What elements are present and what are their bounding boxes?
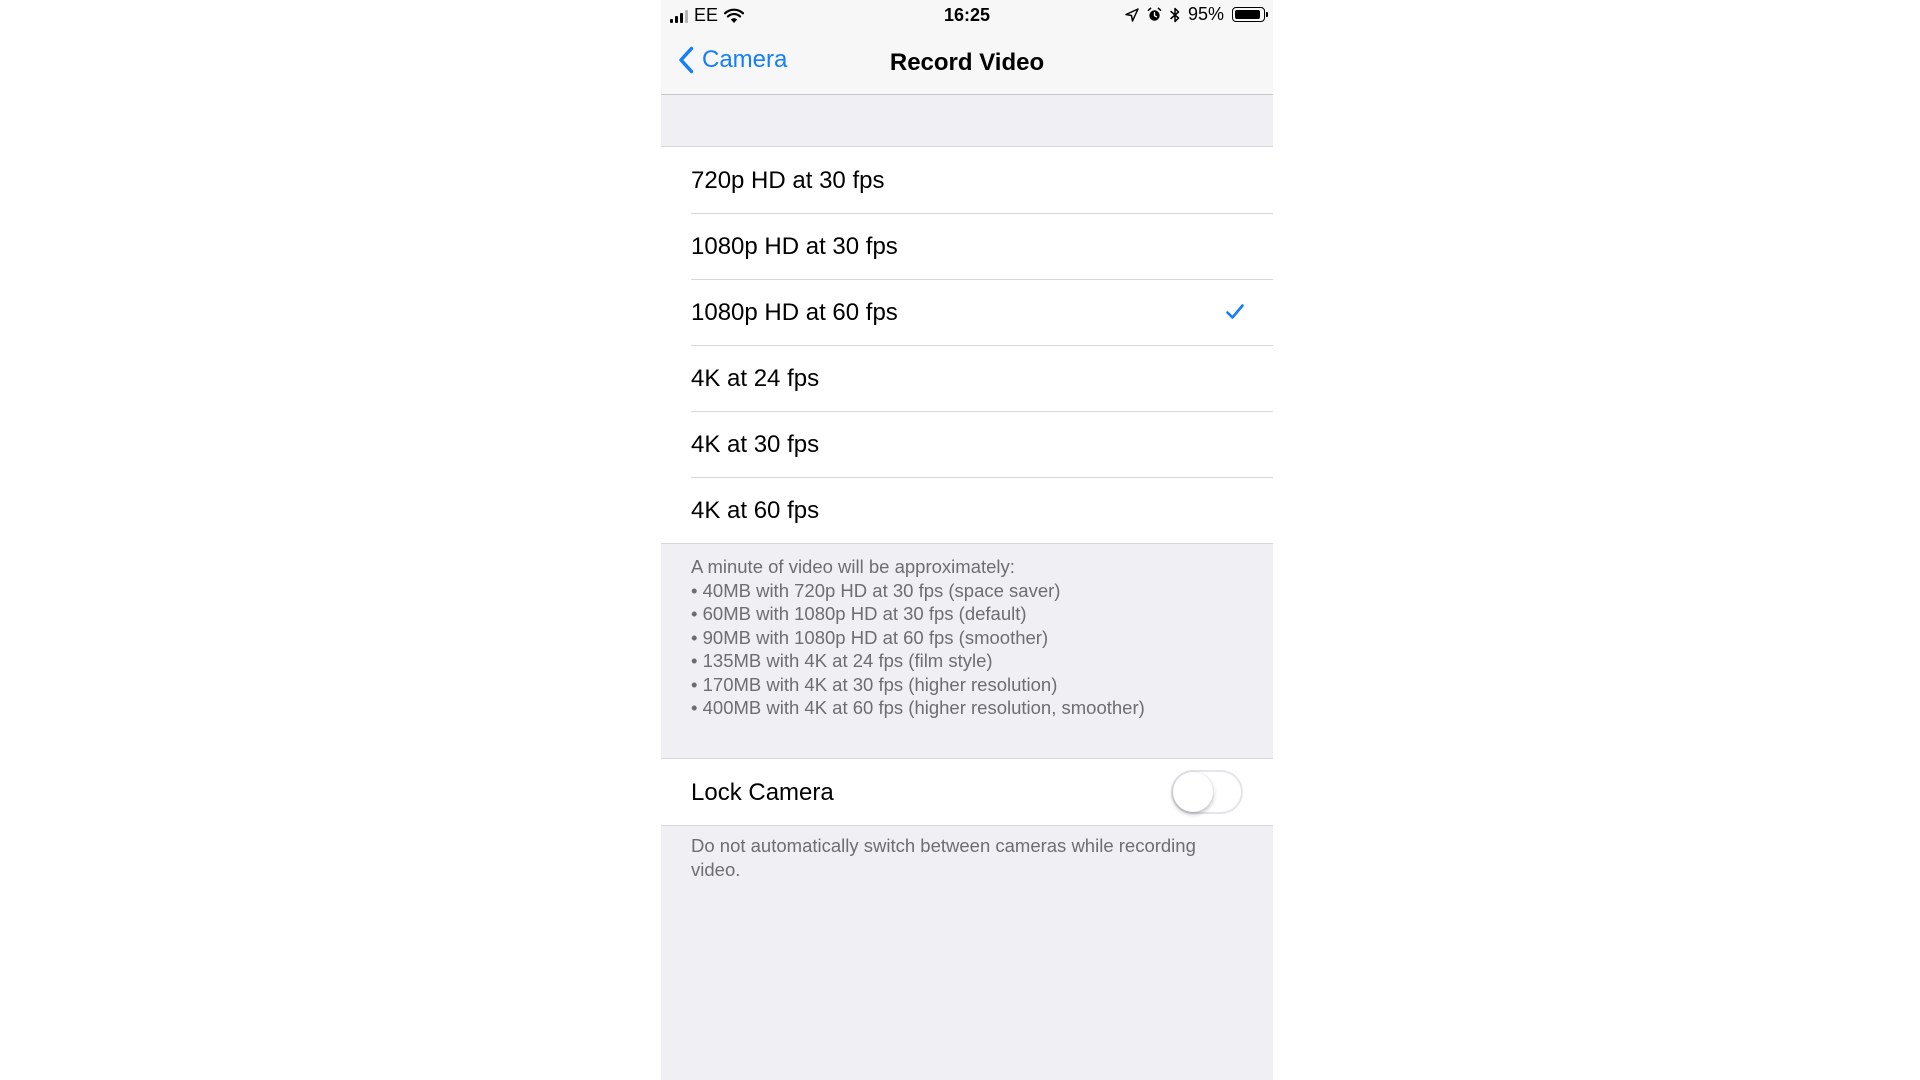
file-size-note-line: • 90MB with 1080p HD at 60 fps (smoother…: [691, 626, 1049, 648]
option-4k-60fps[interactable]: 4K at 60 fps: [661, 477, 1273, 543]
option-label: 720p HD at 30 fps: [691, 167, 885, 194]
option-4k-30fps[interactable]: 4K at 30 fps: [661, 411, 1273, 477]
option-label: 4K at 24 fps: [691, 365, 820, 392]
file-size-note-line: • 60MB with 1080p HD at 30 fps (default): [691, 603, 1027, 624]
toggle-knob: [1173, 772, 1213, 812]
battery-icon: [1232, 7, 1268, 22]
option-720p-30fps[interactable]: 720p HD at 30 fps: [661, 147, 1273, 213]
lock-camera-toggle[interactable]: [1171, 770, 1243, 814]
option-4k-24fps[interactable]: 4K at 24 fps: [661, 345, 1273, 411]
status-bar: EE 16:25 95%: [661, 0, 1273, 32]
phone-screen: EE 16:25 95% Camera Record Video 720p HD…: [661, 0, 1273, 1080]
option-label: 4K at 30 fps: [691, 431, 820, 458]
lock-camera-note: Do not automatically switch between came…: [691, 835, 1196, 880]
option-1080p-30fps[interactable]: 1080p HD at 30 fps: [661, 213, 1273, 279]
file-size-note-line: • 135MB with 4K at 24 fps (film style): [691, 650, 993, 671]
lock-camera-label: Lock Camera: [691, 779, 834, 806]
option-label: 1080p HD at 60 fps: [691, 299, 898, 326]
file-size-note-line: • 170MB with 4K at 30 fps (higher resolu…: [691, 673, 1058, 695]
page-title: Record Video: [889, 49, 1045, 76]
file-size-note-heading: A minute of video will be approximately:: [691, 556, 1015, 577]
file-size-note-line: • 40MB with 720p HD at 30 fps (space sav…: [691, 579, 1061, 601]
checkmark-icon: [1226, 304, 1244, 319]
battery-percentage: 95%: [1187, 4, 1224, 24]
bluetooth-icon: [1170, 7, 1180, 22]
lock-camera-row: Lock Camera: [661, 758, 1273, 826]
option-label: 4K at 60 fps: [691, 497, 820, 524]
alarm-icon: [1147, 7, 1162, 21]
battery-fill: [1234, 9, 1261, 19]
option-1080p-60fps[interactable]: 1080p HD at 60 fps: [661, 279, 1273, 345]
location-arrow-icon: [1125, 7, 1139, 22]
status-right: 95%: [1125, 4, 1268, 25]
option-label: 1080p HD at 30 fps: [691, 233, 898, 260]
file-size-note-line: • 400MB with 4K at 60 fps (higher resolu…: [691, 697, 1145, 718]
resolution-options-list: 720p HD at 30 fps 1080p HD at 30 fps 108…: [661, 146, 1273, 544]
navigation-bar: Camera Record Video: [661, 32, 1273, 95]
file-size-note: A minute of video will be approximately:…: [691, 555, 1251, 720]
